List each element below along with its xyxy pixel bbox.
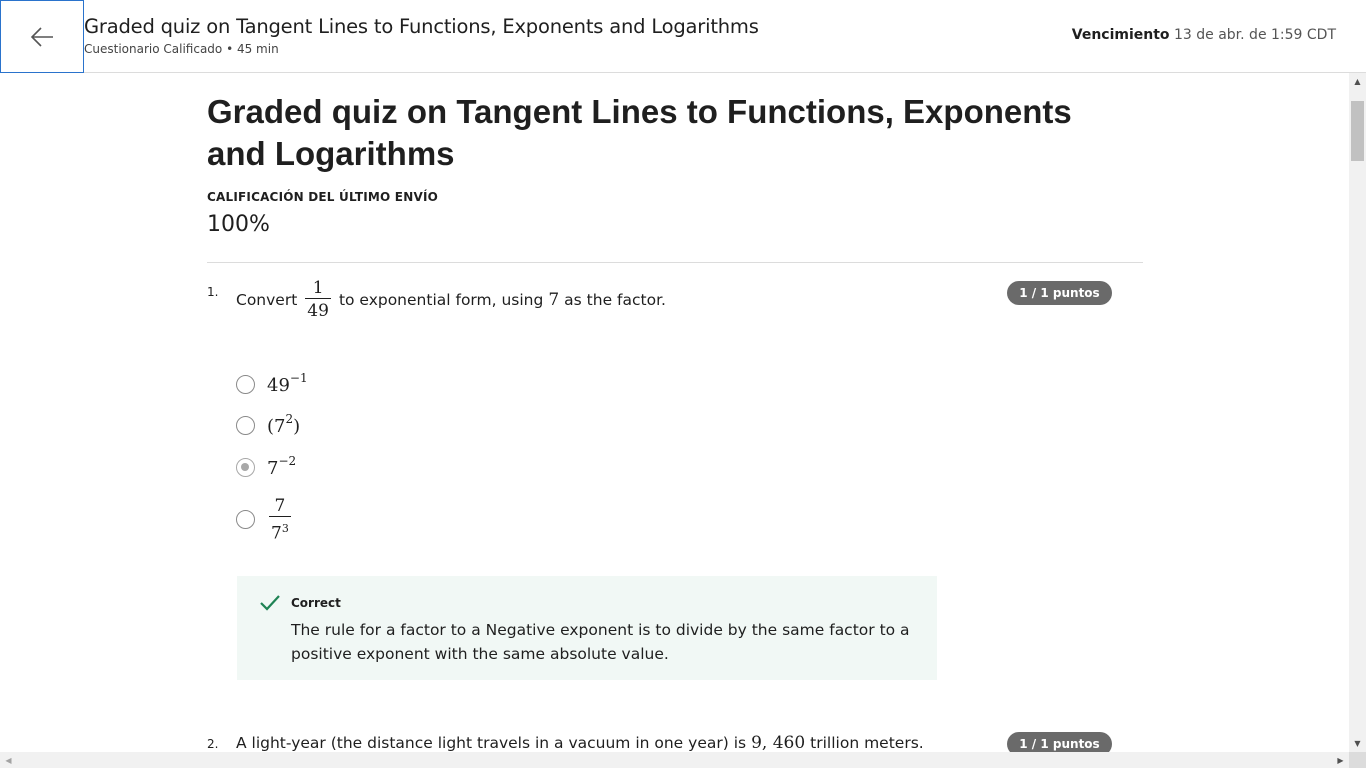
top-header: Graded quiz on Tangent Lines to Function… [0, 0, 1366, 73]
factor-value: 7 [548, 289, 560, 310]
grade-value: 100% [207, 212, 270, 237]
points-badge: 1 / 1 puntos [1007, 281, 1112, 305]
fraction-denominator: 73 [269, 516, 291, 544]
option-label: 49−1 [267, 371, 308, 396]
scrollbar-corner [1349, 752, 1366, 768]
feedback-box: Correct The rule for a factor to a Negat… [237, 576, 937, 680]
question-text: Convert 1 49 to exponential form, using … [236, 278, 666, 321]
answer-option[interactable]: 49−1 [236, 371, 308, 396]
radio-button[interactable] [236, 375, 255, 394]
scrollbar-thumb[interactable] [1351, 101, 1364, 161]
answer-option[interactable]: (72) [236, 412, 301, 437]
due-date: Vencimiento 13 de abr. de 1:59 CDT [1072, 27, 1336, 43]
scroll-left-icon[interactable]: ◀ [0, 752, 17, 768]
divider [207, 262, 1143, 263]
option-label: 7−2 [267, 454, 297, 479]
question-number: 1. [207, 285, 219, 299]
answer-option[interactable]: 7 73 [236, 496, 299, 544]
horizontal-scrollbar[interactable]: ◀ ▶ [0, 752, 1349, 768]
option-fraction: 7 73 [269, 496, 291, 544]
vertical-scrollbar[interactable]: ▲ ▼ [1349, 73, 1366, 752]
question-text-part: trillion meters. [810, 734, 924, 752]
answer-option[interactable]: 7−2 [236, 454, 297, 479]
light-year-value: 9, 460 [751, 733, 806, 752]
back-button[interactable] [0, 0, 84, 73]
scroll-right-icon[interactable]: ▶ [1332, 752, 1349, 768]
radio-button[interactable] [236, 416, 255, 435]
feedback-title: Correct [291, 596, 341, 610]
grade-label: CALIFICACIÓN DEL ÚLTIMO ENVÍO [207, 190, 439, 204]
arrow-left-icon [30, 26, 53, 47]
radio-button-selected[interactable] [236, 458, 255, 477]
fraction: 1 49 [305, 278, 331, 321]
due-label: Vencimiento [1071, 27, 1170, 43]
scroll-down-icon[interactable]: ▼ [1349, 735, 1366, 752]
fraction-numerator: 1 [312, 278, 324, 298]
header-title: Graded quiz on Tangent Lines to Function… [84, 15, 759, 38]
question-text: A light-year (the distance light travels… [236, 733, 924, 752]
question-number: 2. [207, 737, 219, 751]
radio-button[interactable] [236, 510, 255, 530]
points-badge: 1 / 1 puntos [1007, 732, 1112, 752]
question-text-part: as the factor. [564, 290, 666, 309]
question-text-part: A light-year (the distance light travels… [236, 734, 747, 752]
scroll-up-icon[interactable]: ▲ [1349, 73, 1366, 90]
option-label: (72) [267, 412, 301, 437]
page-title: Graded quiz on Tangent Lines to Function… [207, 93, 1072, 172]
question-text-part: to exponential form, using [338, 290, 544, 309]
fraction-denominator: 49 [305, 298, 331, 321]
quiz-content: Graded quiz on Tangent Lines to Function… [0, 73, 1349, 752]
due-value: 13 de abr. de 1:59 CDT [1174, 27, 1336, 43]
fraction-numerator: 7 [274, 496, 286, 516]
feedback-text: The rule for a factor to a Negative expo… [291, 621, 910, 663]
header-subtitle: Cuestionario Calificado • 45 min [84, 42, 279, 56]
question-text-part: Convert [236, 290, 298, 309]
checkmark-icon [260, 595, 280, 611]
